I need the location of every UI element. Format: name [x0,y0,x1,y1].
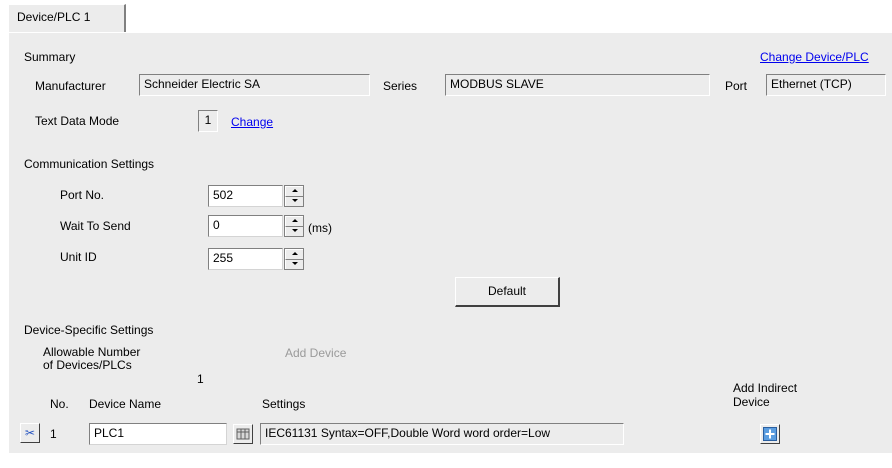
wait-to-send-unit: (ms) [308,221,332,235]
table-row: ✂ 1 PLC1 IEC61131 Syntax=OFF,Double Word… [0,418,892,448]
delete-device-button[interactable]: ✂ [20,423,40,443]
port-no-input[interactable]: 502 [208,185,283,207]
port-no-step-down[interactable] [285,196,303,206]
row-number: 1 [50,427,57,441]
wait-to-send-input[interactable]: 0 [208,215,283,237]
device-settings-field: IEC61131 Syntax=OFF,Double Word word ord… [260,423,624,445]
port-field: Ethernet (TCP) [766,74,886,96]
manufacturer-label: Manufacturer [35,79,106,93]
wait-to-send-step-up[interactable] [285,216,303,226]
scissors-icon: ✂ [24,426,36,440]
tab-device-plc-1[interactable]: Device/PLC 1 [8,4,126,32]
arrow-down-icon [292,229,298,232]
plus-icon [763,427,777,441]
change-device-link[interactable]: Change Device/PLC [760,50,869,64]
text-data-mode-label: Text Data Mode [35,114,120,128]
wait-to-send-label: Wait To Send [60,219,131,233]
add-indirect-line1: Add Indirect [733,381,798,395]
arrow-up-icon [292,252,298,255]
port-no-step-up[interactable] [285,186,303,196]
series-field: MODBUS SLAVE [445,74,710,96]
device-settings-button[interactable] [233,424,253,444]
unit-id-step-up[interactable] [285,249,303,259]
arrow-down-icon [292,262,298,265]
wait-to-send-stepper[interactable] [284,215,304,237]
default-button[interactable]: Default [455,277,560,307]
arrow-up-icon [292,219,298,222]
text-data-mode-field: 1 [198,110,218,132]
text-data-mode-change-link[interactable]: Change [231,115,273,129]
add-indirect-line2: Device [733,395,770,409]
column-header-no: No. [50,397,69,411]
port-label: Port [725,79,748,93]
unit-id-step-down[interactable] [285,259,303,269]
unit-id-label: Unit ID [60,250,97,264]
unit-id-stepper[interactable] [284,248,304,270]
port-no-stepper[interactable] [284,185,304,207]
settings-table-icon [236,428,250,440]
series-label: Series [383,79,418,93]
column-header-device-name: Device Name [89,397,162,411]
device-name-input[interactable]: PLC1 [89,423,227,445]
summary-heading: Summary [24,50,76,64]
allowable-number-line2: of Devices/PLCs [43,358,132,372]
communication-settings-heading: Communication Settings [24,157,155,171]
unit-id-input[interactable]: 255 [208,248,283,270]
add-indirect-device-button[interactable] [760,424,780,444]
allowable-number-label: Allowable Number of Devices/PLCs [43,346,140,372]
tab-bar: Device/PLC 1 [0,0,892,33]
allowable-number-value: 1 [197,372,204,386]
manufacturer-field: Schneider Electric SA [139,74,370,96]
add-device-link[interactable]: Add Device [285,346,346,360]
column-header-add-indirect: Add Indirect Device [733,381,797,409]
wait-to-send-step-down[interactable] [285,226,303,236]
arrow-down-icon [292,199,298,202]
arrow-up-icon [292,189,298,192]
column-header-settings: Settings [262,397,306,411]
tab-label: Device/PLC 1 [17,10,91,24]
device-specific-settings-heading: Device-Specific Settings [24,323,154,337]
port-no-label: Port No. [60,188,105,202]
